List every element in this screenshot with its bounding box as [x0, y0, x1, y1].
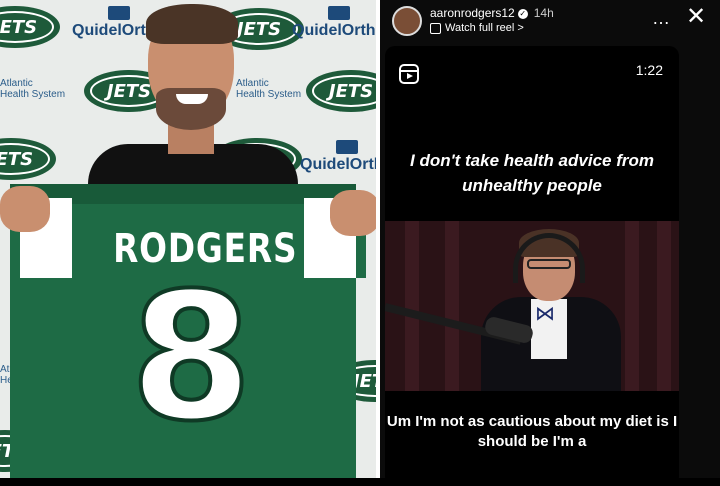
close-icon[interactable]: ✕ — [686, 2, 706, 31]
reel-duration: 1:22 — [635, 62, 663, 78]
username[interactable]: aaronrodgers12 — [430, 6, 515, 20]
bowtie-icon: ⋈ — [535, 303, 555, 325]
reels-icon — [399, 64, 419, 84]
reel-small-icon — [430, 22, 441, 34]
instagram-story: aaronrodgers12 ✓ 14h Watch full reel > … ✕… — [380, 0, 720, 486]
watch-full-reel-label: Watch full reel — [445, 22, 515, 34]
jets-logo: JETS — [306, 70, 378, 112]
player-hair — [146, 4, 238, 44]
watch-full-reel-link[interactable]: Watch full reel > — [430, 22, 524, 34]
right-hand — [330, 190, 378, 236]
press-photo: JETS JETS JETS JETS JETS JETS JETS JETS … — [0, 0, 378, 478]
left-hand — [0, 186, 50, 232]
curtain — [657, 221, 671, 391]
jets-logo: JETS — [0, 138, 56, 180]
curtain — [625, 221, 639, 391]
reel-caption-top: I don't take health advice from unhealth… — [410, 151, 654, 195]
reel-card[interactable]: 1:22 I don't take health advice from unh… — [385, 46, 679, 486]
story-header: aaronrodgers12 ✓ 14h — [430, 6, 554, 20]
atlantic-logo: AtlanticHealth System — [236, 78, 302, 100]
curtain — [445, 221, 459, 391]
avatar[interactable] — [392, 6, 422, 36]
chevron-right-icon: > — [517, 22, 524, 34]
quidel-logo: QuidelOrtho — [292, 6, 378, 40]
curtain — [405, 221, 419, 391]
verified-badge-icon: ✓ — [517, 8, 528, 19]
jets-logo: JETS — [0, 6, 60, 48]
reel-video-frame: ⋈ — [385, 221, 679, 391]
player-smile — [176, 94, 208, 104]
post-time: 14h — [533, 6, 554, 20]
atlantic-logo: AtlanticHealth System — [0, 78, 66, 100]
jersey-number: 8 — [128, 255, 254, 460]
reel-caption-bottom: Um I'm not as cautious about my diet is … — [386, 413, 678, 450]
quidel-logo: QuidelOrtho — [300, 140, 378, 174]
more-options-icon[interactable]: … — [652, 8, 671, 29]
